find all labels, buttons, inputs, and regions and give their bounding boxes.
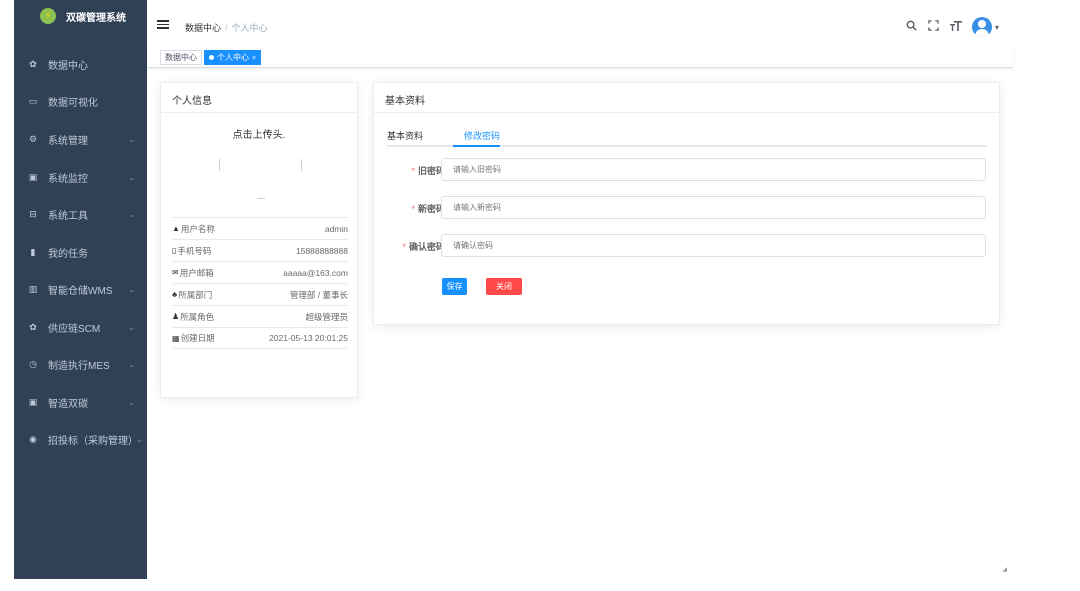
resize-handle-icon[interactable]: ◢ <box>1002 566 1007 573</box>
basic-info-card: 基本资料 基本资料 修改密码 * 旧密码 * 新密码 * 确认密码 保存 关闭 <box>373 82 1000 325</box>
new-password-input[interactable] <box>441 196 986 219</box>
font-size-icon[interactable] <box>946 20 966 34</box>
tags-view: 数据中心 个人中心 × <box>147 46 1013 68</box>
old-password-input[interactable] <box>441 158 986 181</box>
sidebar-item-label: 智能仓储WMS <box>48 285 113 297</box>
sidebar-item-wms[interactable]: ▥ 智能仓储WMS ⌄ <box>14 279 147 299</box>
card-title: 个人信息 <box>161 83 357 113</box>
app-root: ⚡ 双碳管理系统 ✿ 数据中心 ▭ 数据可视化 ⚙ 系统管理 ⌄ ▣ 系统监控 … <box>14 0 1013 579</box>
sidebar-item-system-management[interactable]: ⚙ 系统管理 ⌄ <box>14 129 147 149</box>
tab-active-bar <box>453 145 500 147</box>
date-icon: ▦ <box>172 333 180 343</box>
app-title: 双碳管理系统 <box>66 12 126 24</box>
chart-icon: ▥ <box>28 283 38 294</box>
chevron-down-icon: ⌄ <box>128 134 135 144</box>
breadcrumb: 数据中心 / 个人中心 <box>185 21 268 34</box>
save-button[interactable]: 保存 <box>442 278 467 295</box>
info-row-username: ▲ 用户名称 admin <box>172 217 348 239</box>
sidebar-item-data-center[interactable]: ✿ 数据中心 <box>14 54 147 74</box>
tab-basic-info[interactable]: 基本资料 <box>387 129 423 142</box>
sidebar-item-label: 系统管理 <box>48 135 88 147</box>
sidebar-item-my-tasks[interactable]: ▮ 我的任务 <box>14 242 147 262</box>
clock-icon: ◷ <box>29 358 37 369</box>
sidebar-item-label: 制造执行MES <box>48 360 110 372</box>
breadcrumb-item[interactable]: 数据中心 <box>185 23 221 33</box>
chevron-down-icon: ⌄ <box>128 209 135 219</box>
navbar-right: ▾ <box>900 17 999 37</box>
breadcrumb-separator: / <box>225 23 228 33</box>
sidebar-item-label: 我的任务 <box>48 248 88 260</box>
sidebar-item-system-monitor[interactable]: ▣ 系统监控 ⌄ <box>14 167 147 187</box>
breadcrumb-current: 个人中心 <box>231 23 268 33</box>
info-row-created: ▦ 创建日期 2021-05-13 20:01:25 <box>172 327 348 349</box>
gear-icon: ⚙ <box>28 133 38 144</box>
sidebar: ⚡ 双碳管理系统 ✿ 数据中心 ▭ 数据可视化 ⚙ 系统管理 ⌄ ▣ 系统监控 … <box>14 0 147 579</box>
avatar-upload[interactable]: 点击上传头. <box>161 126 357 141</box>
phone-icon: ▯ <box>172 246 177 255</box>
task-icon: ▮ <box>30 246 36 257</box>
tag-personal-center[interactable]: 个人中心 × <box>204 50 262 65</box>
sidebar-item-system-tools[interactable]: ⊟ 系统工具 ⌄ <box>14 204 147 224</box>
tabs: 基本资料 修改密码 <box>387 123 987 147</box>
navbar: 数据中心 / 个人中心 ▾ <box>147 0 1013 46</box>
divider <box>257 198 265 199</box>
form-row-confirm-password: * 确认密码 <box>374 234 1001 258</box>
close-button[interactable]: 关闭 <box>486 278 522 295</box>
tree-icon: ♣ <box>172 290 178 299</box>
screen-icon: ▣ <box>28 171 38 182</box>
sidebar-item-label: 数据可视化 <box>48 97 98 109</box>
chevron-down-icon: ⌄ <box>128 284 135 294</box>
chevron-down-icon: ⌄ <box>128 172 135 182</box>
sidebar-item-label: 供应链SCM <box>48 323 101 335</box>
sidebar-item-mes[interactable]: ◷ 制造执行MES ⌄ <box>14 354 147 374</box>
sidebar-item-smart-carbon[interactable]: ▣ 智造双碳 ⌄ <box>14 392 147 412</box>
card-title: 基本资料 <box>374 83 999 113</box>
chevron-down-icon: ⌄ <box>128 322 135 332</box>
tab-change-password[interactable]: 修改密码 <box>464 129 500 142</box>
dashboard-icon: ✿ <box>29 58 37 69</box>
sidebar-item-label: 招投标（采购管理） <box>48 435 138 447</box>
tag-data-center[interactable]: 数据中心 <box>160 50 202 65</box>
divider <box>301 159 302 171</box>
sidebar-item-data-visualization[interactable]: ▭ 数据可视化 <box>14 91 147 111</box>
fullscreen-icon[interactable] <box>924 20 944 34</box>
close-icon[interactable]: × <box>252 55 256 62</box>
form-label: * 新密码 <box>411 204 445 214</box>
form-row-old-password: * 旧密码 <box>374 158 1001 182</box>
monitor-icon: ▭ <box>28 95 38 106</box>
sidebar-item-label: 智造双碳 <box>48 398 88 410</box>
form-label: * 旧密码 <box>411 166 445 176</box>
form-label: * 确认密码 <box>402 242 445 252</box>
search-icon[interactable] <box>902 20 922 34</box>
hamburger-icon[interactable] <box>157 20 169 30</box>
avatar[interactable] <box>971 17 992 37</box>
info-row-email: ✉ 用户邮箱 aaaaa@163.com <box>172 261 348 283</box>
personal-info-card: 个人信息 点击上传头. ▲ 用户名称 admin ▯ 手机号码 1588888888… <box>160 82 358 398</box>
sidebar-item-scm[interactable]: ✿ 供应链SCM ⌄ <box>14 317 147 337</box>
confirm-password-input[interactable] <box>441 234 986 257</box>
sidebar-item-bidding[interactable]: ◉ 招投标（采购管理） ⌄ <box>14 429 147 449</box>
form-row-new-password: * 新密码 <box>374 196 1001 220</box>
logo-icon: ⚡ <box>40 8 56 24</box>
chevron-down-icon: ⌄ <box>136 434 143 444</box>
sidebar-item-label: 数据中心 <box>48 60 88 72</box>
peoples-icon: ♟ <box>172 312 180 321</box>
chevron-down-icon: ⌄ <box>128 397 135 407</box>
info-row-department: ♣ 所属部门 管理部 / 董事长 <box>172 283 348 305</box>
mail-icon: ✉ <box>172 268 179 277</box>
toolbox-icon: ⊟ <box>29 208 37 219</box>
divider <box>219 159 220 171</box>
caret-down-icon[interactable]: ▾ <box>995 23 999 32</box>
info-row-phone: ▯ 手机号码 15888888888 <box>172 239 348 261</box>
chevron-down-icon: ⌄ <box>128 359 135 369</box>
sidebar-item-label: 系统工具 <box>48 210 88 222</box>
logo[interactable]: ⚡ 双碳管理系统 <box>14 0 147 32</box>
info-row-role: ♟ 所属角色 超级管理员 <box>172 305 348 327</box>
dashboard-icon: ✿ <box>29 321 37 332</box>
user-icon: ▲ <box>172 224 180 233</box>
globe-icon: ◉ <box>29 433 37 444</box>
sidebar-item-label: 系统监控 <box>48 173 88 185</box>
screen-icon: ▣ <box>28 396 38 407</box>
